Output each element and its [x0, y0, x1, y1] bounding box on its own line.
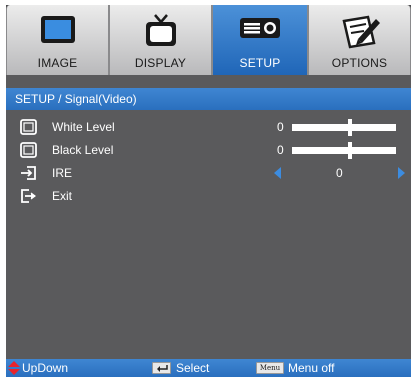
tab-bar: IMAGE DISPLAY SETUP OPTIONS — [6, 5, 411, 75]
square-icon — [20, 142, 37, 163]
tab-options[interactable]: OPTIONS — [308, 5, 411, 75]
menu-row-exit[interactable]: Exit — [6, 185, 411, 207]
options-pen-icon — [338, 13, 382, 56]
menu-off-hint: Menu off — [288, 361, 335, 375]
input-arrow-icon — [20, 165, 37, 186]
row-value: 0 — [277, 120, 284, 134]
footer-bar: UpDown Select Menu Menu off — [6, 359, 411, 377]
slider-thumb[interactable] — [348, 119, 353, 136]
updown-icon — [8, 361, 20, 377]
exit-icon — [20, 188, 37, 209]
menu-key-icon: Menu — [256, 362, 284, 374]
menu-row-black-level[interactable]: Black Level 0 — [6, 139, 411, 161]
square-icon — [20, 119, 37, 140]
white-level-slider[interactable] — [292, 119, 396, 136]
tv-icon — [141, 13, 181, 54]
osd-menu: IMAGE DISPLAY SETUP OPTIONS SETUP / Sign… — [6, 5, 411, 377]
slider-thumb[interactable] — [348, 142, 353, 159]
tab-label: OPTIONS — [331, 56, 388, 70]
row-label: White Level — [52, 120, 115, 134]
tab-label: IMAGE — [37, 56, 78, 70]
updown-hint: UpDown — [22, 361, 69, 375]
row-label: Black Level — [52, 143, 114, 157]
tab-setup[interactable]: SETUP — [212, 5, 308, 75]
black-level-slider[interactable] — [292, 142, 396, 159]
tab-label: SETUP — [239, 56, 281, 70]
row-value: 0 — [277, 143, 284, 157]
enter-key-icon — [152, 362, 171, 374]
menu-row-ire[interactable]: IRE 0 — [6, 162, 411, 184]
left-arrow-icon[interactable] — [274, 167, 281, 179]
menu-row-white-level[interactable]: White Level 0 — [6, 116, 411, 138]
projector-icon — [238, 13, 282, 48]
breadcrumb: SETUP / Signal(Video) — [15, 92, 137, 106]
tab-label: DISPLAY — [134, 56, 187, 70]
monitor-icon — [38, 13, 78, 52]
row-label: Exit — [52, 189, 73, 203]
select-hint: Select — [176, 361, 210, 375]
row-label: IRE — [52, 166, 73, 180]
tab-display[interactable]: DISPLAY — [109, 5, 212, 75]
row-value: 0 — [336, 166, 343, 180]
breadcrumb-bar: SETUP / Signal(Video) — [6, 88, 411, 110]
right-arrow-icon[interactable] — [398, 167, 405, 179]
tab-image[interactable]: IMAGE — [6, 5, 109, 75]
